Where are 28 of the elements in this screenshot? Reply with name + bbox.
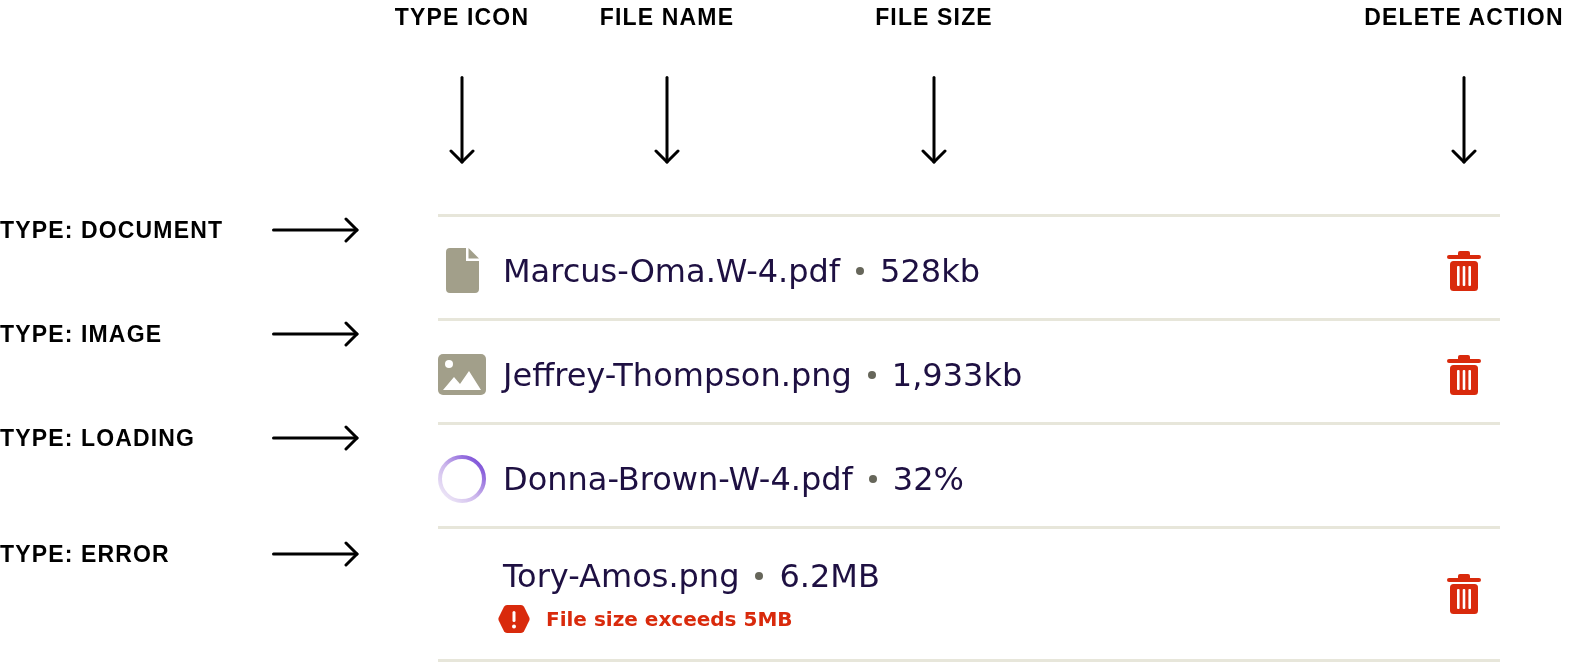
callout-label: TYPE: IMAGE bbox=[0, 320, 164, 348]
separator-dot-icon bbox=[856, 266, 865, 275]
error-icon bbox=[498, 605, 530, 633]
document-icon bbox=[445, 248, 479, 293]
callout-label: FILE NAME bbox=[599, 3, 735, 31]
file-size: 6.2MB bbox=[779, 556, 880, 597]
callout-label: TYPE: LOADING bbox=[0, 424, 197, 452]
trash-icon[interactable] bbox=[1447, 250, 1481, 291]
callout-label: TYPE ICON bbox=[394, 3, 530, 31]
file-size: 528kb bbox=[880, 250, 981, 292]
spinner-icon bbox=[438, 454, 486, 503]
trash-icon[interactable] bbox=[1447, 354, 1481, 395]
separator-dot-icon bbox=[867, 370, 876, 379]
separator-dot-icon bbox=[755, 572, 764, 580]
file-name: Marcus-Oma.W-4.pdf bbox=[503, 250, 841, 292]
file-name: Jeffrey-Thompson.png bbox=[503, 354, 852, 396]
callout-label: DELETE ACTION bbox=[1364, 3, 1564, 31]
callout-label: TYPE: DOCUMENT bbox=[0, 216, 225, 244]
file-size: 1,933kb bbox=[891, 354, 1023, 396]
callout-label: FILE SIZE bbox=[875, 3, 993, 31]
file-size: 32% bbox=[892, 458, 964, 500]
error-message: File size exceeds 5MB bbox=[546, 606, 793, 633]
trash-icon[interactable] bbox=[1447, 574, 1481, 614]
file-name: Donna-Brown-W-4.pdf bbox=[503, 458, 853, 500]
callout-label: TYPE: ERROR bbox=[0, 540, 171, 568]
image-icon bbox=[438, 354, 486, 395]
separator-dot-icon bbox=[868, 474, 877, 483]
file-name: Tory-Amos.png bbox=[503, 556, 740, 597]
